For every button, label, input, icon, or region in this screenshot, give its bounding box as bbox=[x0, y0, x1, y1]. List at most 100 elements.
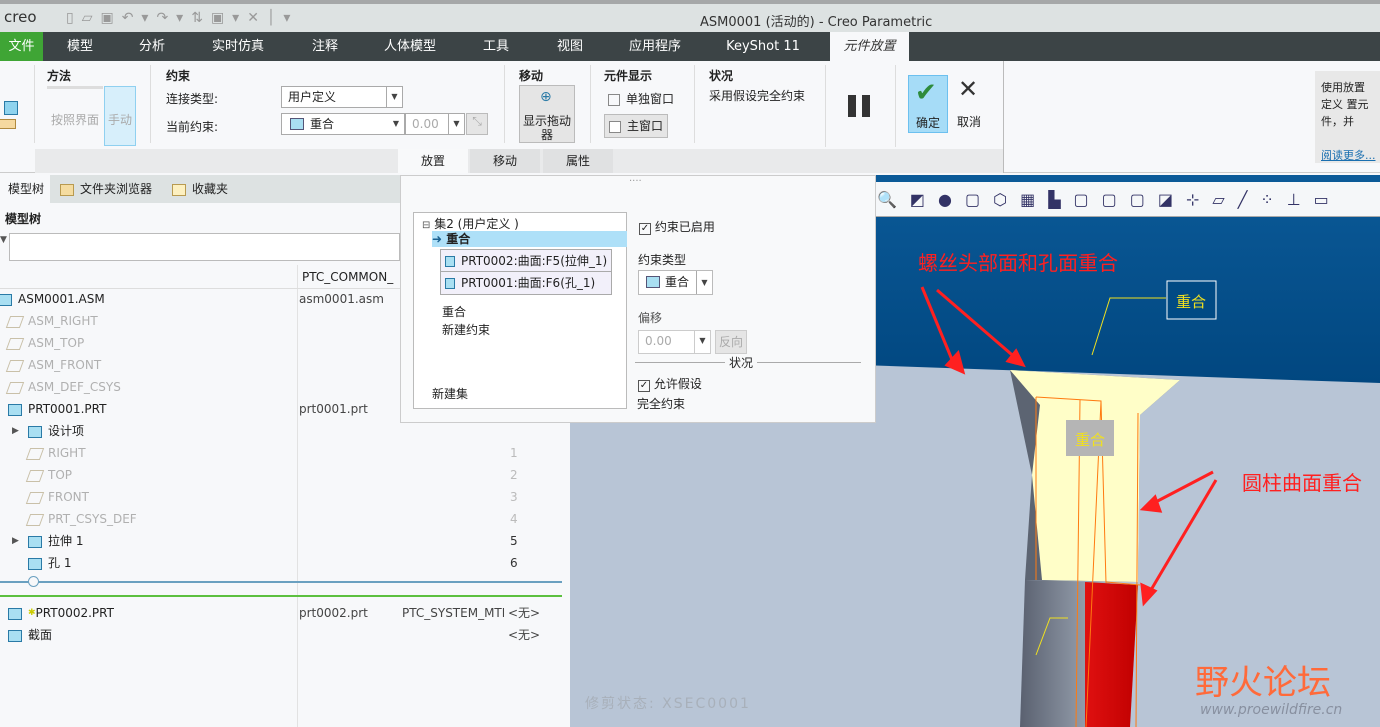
datum-plane-icon bbox=[25, 469, 45, 482]
expand-icon[interactable]: ▶ bbox=[12, 420, 19, 442]
subtab-properties[interactable]: 属性 bbox=[543, 149, 613, 173]
tab-favorites-label: 收藏夹 bbox=[192, 182, 229, 196]
tab-keyshot[interactable]: KeyShot 11 bbox=[713, 32, 813, 61]
column-header-common-name[interactable]: PTC_COMMON_ bbox=[302, 270, 393, 284]
tab-file[interactable]: 文件 bbox=[0, 32, 43, 61]
constraint-type-select[interactable]: 重合 ▼ bbox=[638, 270, 713, 295]
tab-simulation[interactable]: 实时仿真 bbox=[198, 32, 278, 61]
model-tree-search-input[interactable] bbox=[9, 233, 400, 261]
tree-row-name: RIGHT bbox=[48, 446, 86, 460]
datum-plane-icon bbox=[5, 359, 25, 372]
filter-icon[interactable]: ▼ bbox=[0, 235, 7, 245]
tab-component-placement[interactable]: 元件放置 bbox=[830, 32, 909, 61]
tab-model[interactable]: 模型 bbox=[50, 32, 110, 61]
reference-item[interactable]: PRT0002:曲面:F5(拉伸_1) bbox=[441, 250, 611, 272]
collapse-icon[interactable]: ⊟ bbox=[422, 220, 430, 231]
flip-button[interactable]: 反向 bbox=[715, 330, 747, 354]
drag-handle[interactable]: ···· bbox=[629, 176, 642, 187]
tree-row[interactable]: FRONT bbox=[25, 486, 89, 508]
reference-label: PRT0001:曲面:F6(孔_1) bbox=[461, 276, 596, 290]
tree-row[interactable]: ASM_FRONT bbox=[5, 354, 101, 376]
set-node[interactable]: ⊟ 集2 (用户定义 ) bbox=[422, 215, 519, 232]
tree-row[interactable]: ASM_DEF_CSYS bbox=[5, 376, 121, 398]
chevron-down-icon: ▼ bbox=[694, 331, 710, 353]
expand-icon[interactable]: ▶ bbox=[12, 530, 19, 552]
subtab-placement[interactable]: 放置 bbox=[398, 149, 468, 173]
subtab-move[interactable]: 移动 bbox=[470, 149, 540, 173]
tab-view[interactable]: 视图 bbox=[540, 32, 600, 61]
tree-row[interactable]: 截面 bbox=[8, 624, 52, 646]
tab-annotate[interactable]: 注释 bbox=[295, 32, 355, 61]
graphics-toolbar[interactable]: 🔍◩●▢⬡▦▙▢▢▢◪⊹▱╱⁘⊥▭ bbox=[875, 182, 1380, 217]
read-more-link[interactable]: 阅读更多... bbox=[1321, 147, 1376, 163]
new-set-item[interactable]: 新建集 bbox=[432, 385, 468, 402]
separate-window-button[interactable]: 单独窗口 bbox=[608, 90, 674, 107]
tab-folder-browser[interactable]: 文件夹浏览器 bbox=[60, 175, 152, 203]
constraint-tag-2[interactable]: 重合 bbox=[1075, 429, 1105, 450]
tree-row-number: 3 bbox=[510, 490, 518, 504]
tree-row[interactable]: ASM_RIGHT bbox=[5, 310, 98, 332]
reference-item[interactable]: PRT0001:曲面:F6(孔_1) bbox=[441, 272, 611, 294]
pause-button[interactable] bbox=[848, 95, 872, 117]
cancel-label: 取消 bbox=[956, 115, 981, 129]
ribbon: 方法 按照界面 手动 约束 连接类型: 用户定义 ▼ 当前约束: 重合 ▼ 0.00… bbox=[0, 61, 1380, 173]
model-tree-title: 模型树 bbox=[5, 212, 42, 226]
connection-type-select[interactable]: 用户定义 ▼ bbox=[281, 86, 403, 108]
confirm-button[interactable]: ✔ 确定 bbox=[908, 75, 948, 133]
status-label: 状况 bbox=[725, 354, 758, 371]
tree-row[interactable]: ASM0001.ASM bbox=[0, 288, 105, 310]
manual-button[interactable]: 手动 bbox=[104, 86, 136, 146]
tab-folder-browser-label: 文件夹浏览器 bbox=[80, 182, 153, 196]
tab-human-model[interactable]: 人体模型 bbox=[370, 32, 450, 61]
constraint-enabled-label: 约束已启用 bbox=[654, 220, 715, 234]
offset-value: 0.00 bbox=[412, 117, 439, 131]
flip-icon[interactable]: ⤡ bbox=[466, 113, 488, 135]
assembly-icon bbox=[0, 293, 12, 306]
part-icon bbox=[8, 403, 22, 416]
placement-panel: ···· ⊟ 集2 (用户定义 ) ➜ 重合 PRT0002:曲面:F5(拉伸_… bbox=[400, 175, 876, 423]
tree-row[interactable]: ASM_TOP bbox=[5, 332, 84, 354]
tree-row[interactable]: RIGHT bbox=[25, 442, 86, 464]
tab-model-tree[interactable]: 模型树 bbox=[0, 175, 50, 203]
constraint-item-selected[interactable]: ➜ 重合 bbox=[432, 231, 627, 247]
annotation-head-coincident: 螺丝头部面和孔面重合 bbox=[918, 251, 1118, 275]
constraint-type-value: 重合 bbox=[665, 275, 690, 289]
help-box: 使用放置定义 置元件，并 阅读更多... bbox=[1315, 71, 1380, 163]
tree-row[interactable]: PRT0001.PRT bbox=[8, 398, 106, 420]
tree-row-number: 1 bbox=[510, 446, 518, 460]
interface-button[interactable]: 按照界面 bbox=[47, 86, 103, 127]
connection-type-value: 用户定义 bbox=[288, 90, 337, 104]
quick-access-toolbar[interactable]: ▯▱▣↶▾↷▾⇅▣▾✕│▾ bbox=[66, 10, 298, 26]
tab-favorites[interactable]: 收藏夹 bbox=[172, 175, 228, 203]
dialog-offset-input[interactable]: 0.00 ▼ bbox=[638, 330, 711, 354]
tree-row[interactable]: ▶ 设计项 bbox=[12, 420, 84, 442]
tab-analysis[interactable]: 分析 bbox=[122, 32, 182, 61]
constraint-tag-1[interactable]: 重合 bbox=[1176, 291, 1206, 312]
tree-row[interactable]: 孔 1 bbox=[28, 552, 71, 574]
allow-assumptions-checkbox[interactable]: ✓ 允许假设 bbox=[638, 375, 702, 392]
tree-row[interactable]: TOP bbox=[25, 464, 72, 486]
show-dragger-button[interactable]: ⊕ 显示拖动器 bbox=[519, 85, 575, 143]
column-divider bbox=[297, 265, 298, 727]
constraint-enabled-checkbox[interactable]: ✓ 约束已启用 bbox=[639, 218, 715, 235]
assemble-icon bbox=[0, 101, 20, 131]
offset-input[interactable]: 0.00 ▼ bbox=[405, 113, 465, 135]
cancel-button[interactable]: ✕ 取消 bbox=[950, 75, 988, 133]
display-group-title: 元件显示 bbox=[604, 69, 653, 83]
tree-row[interactable]: PRT_CSYS_DEF bbox=[25, 508, 137, 530]
constraint-item[interactable]: 重合 bbox=[442, 303, 466, 320]
current-constraint-select[interactable]: 重合 ▼ bbox=[281, 113, 405, 135]
tree-row-name: PRT0002.PRT bbox=[35, 606, 114, 620]
tree-row[interactable]: ✱PRT0002.PRT bbox=[8, 602, 114, 624]
tab-applications[interactable]: 应用程序 bbox=[615, 32, 695, 61]
insert-handle[interactable] bbox=[28, 576, 39, 587]
new-constraint-item[interactable]: 新建约束 bbox=[442, 321, 490, 338]
constraint-set-list: ⊟ 集2 (用户定义 ) ➜ 重合 PRT0002:曲面:F5(拉伸_1) PR… bbox=[413, 212, 627, 409]
tab-tools[interactable]: 工具 bbox=[466, 32, 526, 61]
tree-row-name: FRONT bbox=[48, 490, 89, 504]
main-window-button[interactable]: 主窗口 bbox=[604, 114, 668, 138]
chevron-down-icon: ▼ bbox=[386, 87, 402, 107]
tree-row[interactable]: ▶ 拉伸 1 bbox=[12, 530, 83, 552]
insert-indicator[interactable] bbox=[0, 581, 562, 583]
hole-icon bbox=[28, 557, 42, 570]
